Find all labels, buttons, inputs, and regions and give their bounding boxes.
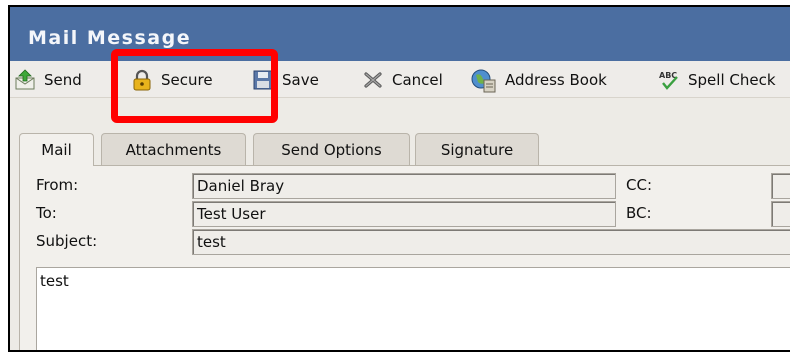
tab-send-options[interactable]: Send Options	[253, 133, 410, 165]
toolbar: Send Secure Save Cancel Address Book ABC…	[10, 61, 794, 98]
tab-attachments[interactable]: Attachments	[101, 133, 246, 165]
message-tabs-area: Mail Attachments Send Options Signature …	[10, 98, 794, 350]
to-label: To:	[36, 204, 57, 222]
tab-mail-label: Mail	[41, 141, 72, 159]
message-body-textarea[interactable]: test	[36, 267, 794, 350]
subject-label: Subject:	[36, 232, 98, 250]
globe-address-book-icon	[471, 69, 497, 93]
send-mail-icon	[14, 69, 36, 91]
spell-check-label: Spell Check	[688, 71, 776, 89]
window-titlebar: Mail Message	[10, 7, 794, 61]
bc-label: BC:	[626, 204, 652, 222]
send-button[interactable]: Send	[14, 67, 82, 93]
spell-check-abc-icon: ABC	[658, 69, 680, 91]
window-title: Mail Message	[28, 27, 192, 49]
to-field[interactable]: Test User	[192, 201, 616, 227]
secure-label: Secure	[161, 71, 213, 89]
save-button[interactable]: Save	[252, 67, 319, 93]
floppy-disk-icon	[252, 69, 274, 91]
address-book-label: Address Book	[505, 71, 607, 89]
cancel-x-icon	[362, 69, 384, 91]
mail-message-window: Mail Message Send Secure Save Cancel Add…	[8, 5, 794, 352]
from-field[interactable]: Daniel Bray	[192, 173, 616, 199]
send-label: Send	[44, 71, 82, 89]
right-edge	[790, 0, 794, 356]
cancel-button[interactable]: Cancel	[362, 67, 443, 93]
secure-button[interactable]: Secure	[131, 67, 213, 93]
padlock-icon	[131, 69, 153, 91]
cancel-label: Cancel	[392, 71, 443, 89]
tab-send-options-label: Send Options	[281, 140, 382, 159]
from-label: From:	[36, 176, 79, 194]
cc-label: CC:	[626, 176, 653, 194]
tab-signature[interactable]: Signature	[415, 133, 539, 165]
save-label: Save	[282, 71, 319, 89]
tab-signature-label: Signature	[440, 140, 514, 159]
spell-check-button[interactable]: ABC Spell Check	[658, 67, 776, 93]
tab-mail[interactable]: Mail	[19, 133, 94, 166]
mail-tab-panel: From: Daniel Bray CC: To: Test User BC: …	[19, 165, 794, 350]
tab-attachments-label: Attachments	[125, 140, 222, 159]
address-book-button[interactable]: Address Book	[471, 67, 607, 93]
subject-field[interactable]: test	[192, 229, 794, 255]
